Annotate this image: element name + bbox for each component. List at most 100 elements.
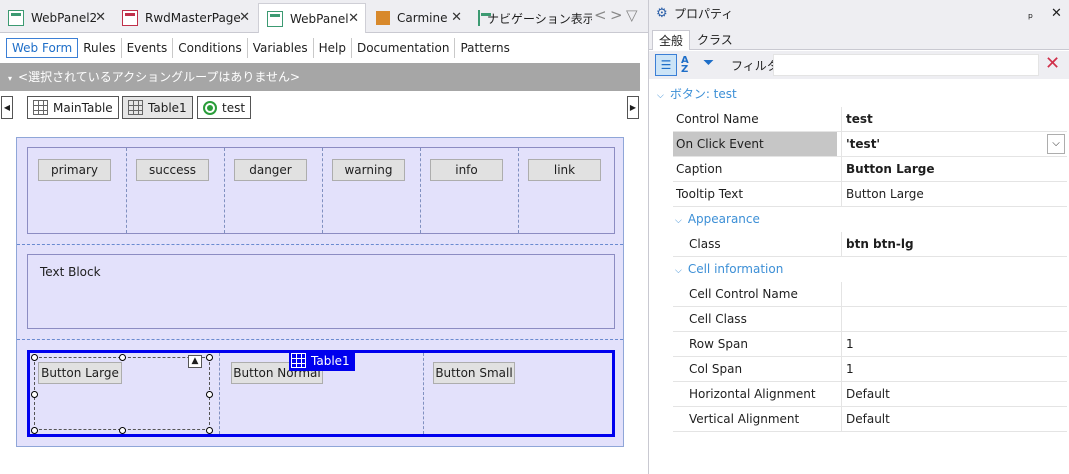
prop-value[interactable]: Button Large <box>841 157 1067 181</box>
chevron-down-icon: ⌵ <box>675 216 682 226</box>
resize-handle[interactable] <box>119 354 126 361</box>
prop-tooltip-text[interactable]: Tooltip Text Button Large <box>673 182 1067 207</box>
tab-carmine[interactable]: Carmine ✕ <box>368 3 468 33</box>
prop-key: Cell Control Name <box>689 287 798 301</box>
close-icon[interactable]: ✕ <box>239 10 250 25</box>
navigation-icon <box>478 10 491 26</box>
category-button[interactable]: ⌵ ボタン: test <box>649 82 1067 107</box>
close-icon[interactable]: ✕ <box>95 10 106 25</box>
properties-toolbar: ☰ AZ ⏷ フィルタ ✕ <box>649 51 1069 79</box>
prop-value[interactable]: 1 <box>841 357 1067 381</box>
prop-on-click-event[interactable]: On Click Event 'test' ⌵ <box>673 132 1067 157</box>
breadcrumb-table1[interactable]: Table1 <box>122 96 193 119</box>
prop-value[interactable]: 1 <box>841 332 1067 356</box>
prop-value[interactable]: test <box>841 107 1067 131</box>
prop-cell-control-name[interactable]: Cell Control Name <box>673 282 1067 307</box>
success-button[interactable]: success <box>136 159 209 181</box>
scroll-left-icon[interactable]: < <box>594 6 607 24</box>
tab-navigation[interactable]: ナビゲーション表示 <box>470 3 592 33</box>
prop-value[interactable]: Default <box>841 407 1067 431</box>
resize-handle[interactable] <box>31 354 38 361</box>
button-large[interactable]: Button Large <box>38 362 122 384</box>
text-block-cell[interactable]: Text Block <box>27 254 615 329</box>
sort-alpha-icon[interactable]: AZ <box>681 56 689 75</box>
warning-button[interactable]: warning <box>332 159 405 181</box>
breadcrumb-right-icon[interactable]: ▶ <box>627 96 639 119</box>
table-icon <box>128 100 143 115</box>
table1-tag[interactable]: Table1 <box>289 350 355 371</box>
category-label: Appearance <box>687 212 760 226</box>
category-appearance[interactable]: ⌵ Appearance <box>649 207 1067 232</box>
prop-value[interactable] <box>841 307 1067 331</box>
webpanel-icon <box>267 11 283 27</box>
menu-help[interactable]: Help <box>314 38 352 58</box>
design-canvas[interactable]: primary success danger warning info link… <box>16 137 624 447</box>
prop-key: Cell Class <box>689 312 747 326</box>
breadcrumb-maintable[interactable]: MainTable <box>27 96 119 119</box>
breadcrumb-left-icon[interactable]: ◀ <box>1 96 13 119</box>
menu-variables[interactable]: Variables <box>248 38 314 58</box>
prop-horizontal-alignment[interactable]: Horizontal Alignment Default <box>673 382 1067 407</box>
prop-control-name[interactable]: Control Name test <box>673 107 1067 132</box>
resize-handle[interactable] <box>206 427 213 434</box>
prop-key: Class <box>689 237 721 251</box>
close-icon[interactable]: ✕ <box>1051 0 1062 28</box>
chevron-down-icon: ⌵ <box>675 266 682 276</box>
close-icon[interactable]: ✕ <box>348 11 359 26</box>
tab-general[interactable]: 全般 <box>652 30 691 50</box>
tab-label: WebPanel2 <box>31 11 98 25</box>
resize-handle[interactable] <box>31 427 38 434</box>
resize-handle[interactable] <box>206 354 213 361</box>
clear-filter-icon[interactable]: ✕ <box>1045 53 1060 74</box>
menu-patterns[interactable]: Patterns <box>455 38 514 58</box>
tab-label: WebPanel <box>290 12 349 26</box>
tab-webpanel2[interactable]: WebPanel2 ✕ <box>0 3 112 33</box>
action-group-text: <選択されているアクショングループはありません> <box>18 70 301 84</box>
resize-handle[interactable] <box>31 391 38 398</box>
text-block[interactable]: Text Block <box>40 265 101 279</box>
danger-button[interactable]: danger <box>234 159 307 181</box>
menu-rules[interactable]: Rules <box>78 38 122 58</box>
menu-events[interactable]: Events <box>122 38 174 58</box>
buttons-table[interactable]: primary success danger warning info link <box>27 147 615 234</box>
breadcrumb-label: test <box>222 100 246 115</box>
tab-label: ナビゲーション表示 <box>487 11 592 26</box>
prop-col-span[interactable]: Col Span 1 <box>673 357 1067 382</box>
categorized-icon[interactable]: ☰ <box>655 54 677 76</box>
prop-value[interactable]: btn btn-lg <box>841 232 1067 256</box>
tab-webpanel[interactable]: WebPanel ✕ <box>258 3 366 34</box>
primary-button[interactable]: primary <box>38 159 111 181</box>
prop-value[interactable]: Default <box>841 382 1067 406</box>
chevron-down-icon[interactable]: ⌵ <box>1047 134 1065 154</box>
action-group-bar[interactable]: ▾ <選択されているアクショングループはありません> <box>0 63 640 91</box>
filter-icon[interactable]: ⏷ <box>703 55 714 71</box>
move-up-icon[interactable]: ▲ <box>188 355 202 368</box>
menu-conditions[interactable]: Conditions <box>173 38 248 58</box>
category-cell-information[interactable]: ⌵ Cell information <box>649 257 1067 282</box>
prop-caption[interactable]: Caption Button Large <box>673 157 1067 182</box>
menu-documentation[interactable]: Documentation <box>352 38 456 58</box>
close-icon[interactable]: ✕ <box>451 10 462 25</box>
menu-web-form[interactable]: Web Form <box>6 38 79 58</box>
prop-value[interactable]: Button Large <box>841 182 1067 206</box>
link-button[interactable]: link <box>528 159 601 181</box>
prop-key: Caption <box>676 162 723 176</box>
tab-class[interactable]: クラス <box>691 30 739 50</box>
prop-value[interactable]: 'test' <box>841 132 1067 156</box>
prop-cell-class[interactable]: Cell Class <box>673 307 1067 332</box>
resize-handle[interactable] <box>119 427 126 434</box>
filter-input[interactable] <box>773 54 1039 76</box>
info-button[interactable]: info <box>430 159 503 181</box>
prop-value[interactable] <box>841 282 1067 306</box>
button-small[interactable]: Button Small <box>433 362 515 384</box>
resize-handle[interactable] <box>206 391 213 398</box>
prop-vertical-alignment[interactable]: Vertical Alignment Default <box>673 407 1067 432</box>
scroll-right-icon[interactable]: > <box>610 6 623 24</box>
pin-icon[interactable]: ₚ <box>1028 0 1033 28</box>
tab-list-dropdown-icon[interactable]: ▽ <box>626 6 638 24</box>
tab-rwdmasterpage[interactable]: RwdMasterPage ✕ <box>114 3 256 33</box>
breadcrumb-test[interactable]: test <box>197 96 252 119</box>
prop-row-span[interactable]: Row Span 1 <box>673 332 1067 357</box>
prop-class[interactable]: Class btn btn-lg <box>673 232 1067 257</box>
chevron-down-icon: ▾ <box>8 74 13 83</box>
